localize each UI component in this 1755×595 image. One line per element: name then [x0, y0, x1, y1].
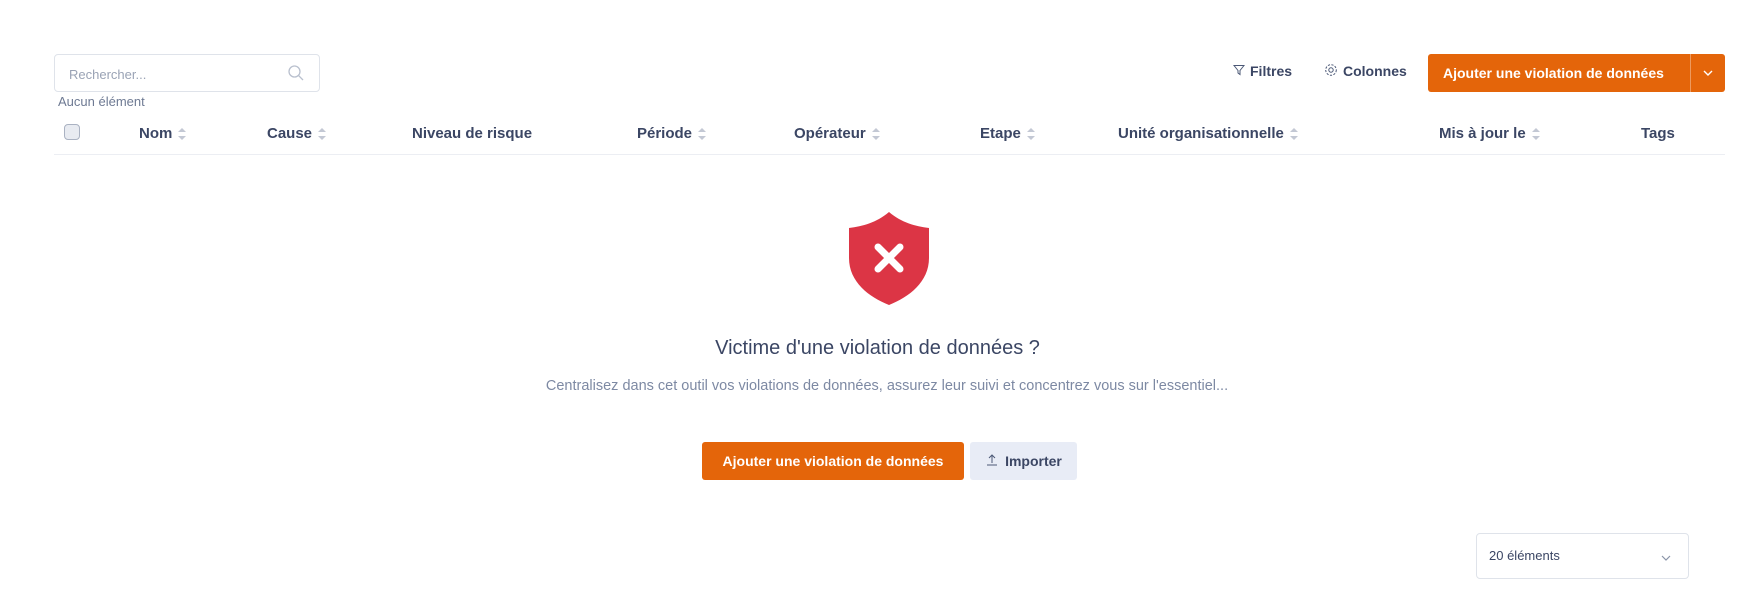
- results-count: Aucun élément: [58, 94, 145, 109]
- page-size-select[interactable]: 20 éléments: [1476, 533, 1689, 579]
- empty-state-title: Victime d'une violation de données ?: [715, 337, 1040, 359]
- sort-icon: [698, 127, 707, 140]
- chevron-down-icon: [1660, 550, 1672, 565]
- column-header-tags: Tags: [1641, 125, 1675, 142]
- column-header-etape[interactable]: Etape: [980, 125, 1035, 142]
- column-header-mis-a-jour-le[interactable]: Mis à jour le: [1439, 125, 1540, 142]
- select-all-checkbox[interactable]: [64, 124, 80, 140]
- add-violation-button[interactable]: Ajouter une violation de données: [1428, 65, 1690, 81]
- column-header-nom[interactable]: Nom: [139, 125, 187, 142]
- add-options-dropdown[interactable]: [1690, 54, 1725, 92]
- filter-icon: [1232, 63, 1246, 79]
- sort-icon: [1531, 127, 1540, 140]
- search-box[interactable]: [54, 54, 320, 93]
- sort-icon: [871, 127, 880, 140]
- add-violation-split-button[interactable]: Ajouter une violation de données: [1428, 54, 1725, 92]
- gear-icon: [1324, 63, 1338, 80]
- empty-state-description: Centralisez dans cet outil vos violation…: [545, 378, 1229, 394]
- import-button[interactable]: Importer: [970, 442, 1077, 480]
- column-header-operateur[interactable]: Opérateur: [794, 125, 880, 142]
- table-header: Nom Cause Niveau de risque Période Opéra…: [54, 120, 1725, 155]
- column-header-unite-organisationnelle[interactable]: Unité organisationnelle: [1118, 125, 1298, 142]
- column-header-periode[interactable]: Période: [637, 125, 707, 142]
- search-icon[interactable]: [287, 64, 305, 87]
- shield-x-icon: [847, 210, 931, 311]
- search-input[interactable]: [67, 55, 271, 93]
- sort-icon: [178, 127, 187, 140]
- upload-icon: [985, 453, 999, 470]
- import-label: Importer: [1005, 453, 1062, 469]
- sort-icon: [318, 127, 327, 140]
- columns-button[interactable]: Colonnes: [1324, 60, 1407, 82]
- filters-button[interactable]: Filtres: [1232, 60, 1293, 82]
- chevron-down-icon: [1703, 70, 1713, 76]
- sort-icon: [1026, 127, 1035, 140]
- sort-icon: [1289, 127, 1298, 140]
- add-violation-empty-button[interactable]: Ajouter une violation de données: [702, 442, 964, 480]
- column-header-cause[interactable]: Cause: [267, 125, 327, 142]
- column-header-niveau-de-risque: Niveau de risque: [412, 125, 533, 142]
- columns-label: Colonnes: [1343, 63, 1407, 79]
- filters-label: Filtres: [1250, 63, 1293, 79]
- page-size-value: 20 éléments: [1489, 548, 1560, 563]
